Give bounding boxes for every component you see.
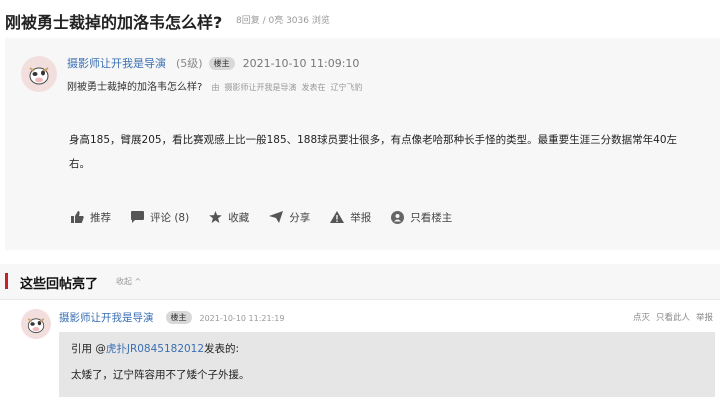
meta-posted-in: 发表在 <box>301 83 326 92</box>
meta-by: 由 <box>211 83 220 92</box>
collapse-toggle[interactable]: 收起 ^ <box>116 276 141 287</box>
thread-title: 刚被勇士裁掉的加洛韦怎么样? <box>5 13 223 32</box>
comment-icon <box>131 211 144 223</box>
post-header: 摄影师让开我是导演 (5级) 楼主 2021-10-10 11:09:10 <box>67 55 359 71</box>
op-badge: 楼主 <box>165 311 192 324</box>
cow-avatar-icon <box>27 318 45 333</box>
quote-block: 引用 @虎扑JR0845182012发表的: 太矮了，辽宁阵容用不了矮个子外援。 <box>59 332 715 397</box>
quote-text: 太矮了，辽宁阵容用不了矮个子外援。 <box>71 369 250 381</box>
recommend-button[interactable]: 推荐 <box>71 210 111 225</box>
meta-forum-link[interactable]: 辽宁飞豹 <box>331 83 363 92</box>
thumbs-up-icon <box>71 211 84 223</box>
reply-time: 2021-10-10 11:21:19 <box>199 314 285 323</box>
quote-prefix: 引用 @ <box>71 343 106 355</box>
report-label: 举报 <box>350 211 372 224</box>
avatar[interactable] <box>21 56 57 92</box>
post-body: 身高185，臂展205，看比赛观感上比一般185、188球员要壮很多，有点像老哈… <box>69 134 678 170</box>
comment-label: 评论 (8) <box>150 211 190 224</box>
post-actions: 推荐 评论 (8) 收藏 分享 举报 只看楼主 <box>71 208 472 226</box>
author-link[interactable]: 摄影师让开我是导演 <box>67 57 166 70</box>
user-level: (5级) <box>176 57 203 70</box>
reply-item: 摄影师让开我是导演 楼主 2021-10-10 11:21:19 点灭 只看此人 举报 … <box>5 301 720 404</box>
favorite-label: 收藏 <box>228 211 250 224</box>
reply-tools: 点灭 只看此人 举报 <box>627 311 713 323</box>
cow-avatar-icon <box>29 67 49 85</box>
section-title: 这些回帖亮了 <box>20 277 99 292</box>
dislike-button[interactable]: 点灭 <box>633 313 650 323</box>
only-this-user-button[interactable]: 只看此人 <box>656 313 690 323</box>
warning-icon <box>330 211 345 223</box>
thread-stats: 8回复 / 0亮 3036 浏览 <box>236 16 330 26</box>
only-op-label: 只看楼主 <box>410 211 453 224</box>
post-subject: 刚被勇士裁掉的加洛韦怎么样? <box>67 82 203 93</box>
recommend-label: 推荐 <box>90 211 111 224</box>
op-badge: 楼主 <box>208 57 235 70</box>
share-button[interactable]: 分享 <box>269 210 310 225</box>
section-accent-bar <box>5 273 8 289</box>
avatar[interactable] <box>21 309 51 339</box>
thread-header: 刚被勇士裁掉的加洛韦怎么样? 8回复 / 0亮 3036 浏览 <box>0 0 720 38</box>
post-datetime: 2021-10-10 11:09:10 <box>242 57 360 70</box>
share-icon <box>269 211 284 223</box>
user-circle-icon <box>391 210 405 224</box>
quoted-user-link[interactable]: 虎扑JR0845182012 <box>106 343 204 355</box>
share-label: 分享 <box>289 211 311 224</box>
post-subject-line: 刚被勇士裁掉的加洛韦怎么样? 由摄影师让开我是导演 发表在 辽宁飞豹 <box>67 78 368 93</box>
reply-report-button[interactable]: 举报 <box>696 313 713 323</box>
quote-source: 引用 @虎扑JR0845182012发表的: <box>71 340 703 358</box>
post-meta: 由摄影师让开我是导演 发表在 辽宁飞豹 <box>212 83 368 92</box>
main-post: 摄影师让开我是导演 (5级) 楼主 2021-10-10 11:09:10 刚被勇士裁… <box>5 38 720 250</box>
quote-suffix: 发表的: <box>204 343 240 355</box>
only-op-button[interactable]: 只看楼主 <box>391 210 452 225</box>
comment-button[interactable]: 评论 (8) <box>131 210 189 225</box>
meta-author-link[interactable]: 摄影师让开我是导演 <box>225 83 297 92</box>
favorite-button[interactable]: 收藏 <box>209 210 249 225</box>
reply-author-link[interactable]: 摄影师让开我是导演 <box>59 312 154 324</box>
star-icon <box>209 211 222 223</box>
highlighted-replies-header: 这些回帖亮了 收起 ^ <box>0 264 720 300</box>
report-button[interactable]: 举报 <box>330 210 371 225</box>
reply-header: 摄影师让开我是导演 楼主 2021-10-10 11:21:19 <box>59 310 284 325</box>
